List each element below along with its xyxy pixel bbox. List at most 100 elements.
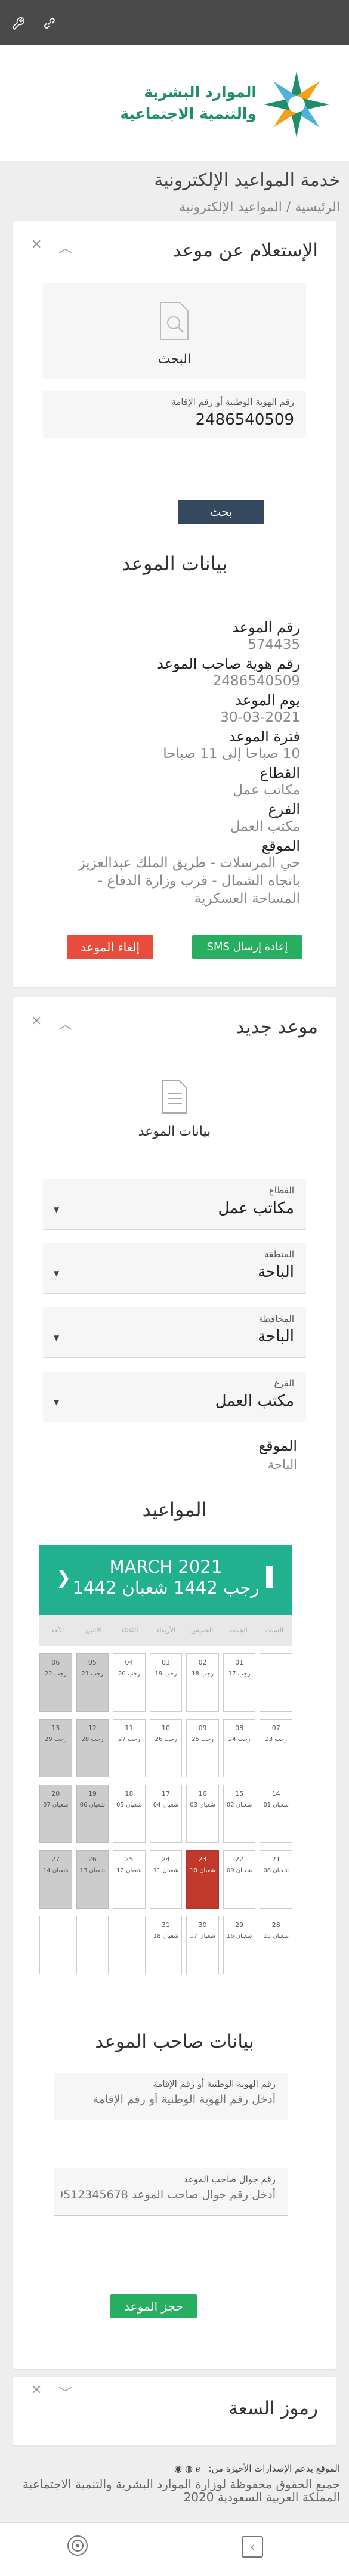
detail-label: الموقع: [261, 837, 301, 854]
calendar-day[interactable]: 22 09 شعبان: [223, 1850, 256, 1909]
calendar-day: 12 28 رجب: [76, 1719, 109, 1777]
id-field-value[interactable]: 2486540509: [196, 411, 294, 429]
calendar-day[interactable]: 17 04 شعبان: [149, 1785, 183, 1843]
collapse-icon[interactable]: ︿: [58, 237, 72, 256]
hijri-day: 09 شعبان: [226, 1867, 252, 1874]
hijri-day: 15 شعبان: [263, 1933, 289, 1940]
close-icon[interactable]: ✕: [31, 237, 42, 256]
detail-label: رقم الموعد: [232, 619, 300, 636]
id-field-label: رقم الهوية الوطنية أو رقم الإقامة: [171, 397, 294, 407]
owner-id-input[interactable]: [61, 2093, 276, 2106]
book-appointment-button[interactable]: حجز الموعد: [110, 2294, 197, 2318]
governorate-label: المحافظة: [258, 1313, 294, 1324]
resend-sms-button[interactable]: إعادة إرسال SMS: [192, 935, 302, 959]
expand-icon[interactable]: ﹀: [58, 2383, 72, 2402]
gregorian-day: 14: [271, 1790, 280, 1798]
card-controls: ✕ ﹀: [31, 2383, 72, 2402]
chevron-right-icon[interactable]: ›: [242, 2536, 263, 2558]
calendar-day[interactable]: 21 08 شعبان: [260, 1850, 292, 1909]
detail-value: حي المرسلات - طريق الملك عبدالعزيز باتجا…: [78, 855, 300, 907]
breadcrumb[interactable]: الرئيسية / المواعيد الإلكترونية: [179, 200, 340, 215]
calendar-day[interactable]: 11 27 رجب: [113, 1719, 146, 1777]
gregorian-month: MARCH 2021: [109, 1557, 223, 1577]
gregorian-day: 15: [235, 1790, 244, 1798]
calendar-day[interactable]: 08 24 رجب: [223, 1719, 256, 1777]
region-select[interactable]: المنطقة الباحة ▼: [43, 1243, 306, 1294]
appointment-details-title: بيانات الموعد: [122, 552, 227, 575]
firefox-icon: ◍: [184, 2463, 193, 2474]
collapse-icon[interactable]: ︿: [58, 1014, 72, 1033]
owner-id-field[interactable]: رقم الهوية الوطنية أو رقم الإقامة: [54, 2073, 288, 2120]
detail-label: رقم هوية صاحب الموعد: [157, 655, 300, 672]
branch-select[interactable]: الفرع مكتب العمل ▼: [43, 1372, 306, 1422]
calendar-day[interactable]: 30 17 شعبان: [186, 1916, 219, 1974]
hijri-day: 01 شعبان: [263, 1802, 289, 1808]
calendar-day[interactable]: 04 20 رجب: [113, 1653, 146, 1712]
calendar-day-selected[interactable]: 23 10 شعبان: [186, 1850, 219, 1909]
browser-icons: ◉ ◍ ℯ: [174, 2463, 201, 2474]
detail-value: مكاتب عمل: [233, 783, 300, 798]
wrench-icon[interactable]: [8, 13, 29, 33]
link-icon[interactable]: [39, 13, 60, 33]
hijri-day: 17 رجب: [228, 1671, 251, 1677]
ministry-logo[interactable]: الموارد البشرية والتنمية الاجتماعية: [101, 69, 340, 140]
calendar-day[interactable]: 24 11 شعبان: [149, 1850, 183, 1909]
gregorian-day: 19: [88, 1790, 97, 1798]
gregorian-day: 01: [235, 1659, 244, 1666]
captcha-title: رموز السعة: [228, 2398, 318, 2419]
calendar-day[interactable]: 15 02 شعبان: [223, 1785, 256, 1843]
close-icon[interactable]: ✕: [31, 1014, 42, 1033]
hijri-day: 11 شعبان: [153, 1867, 179, 1874]
day-name: الاثنين: [85, 1626, 102, 1634]
detail-value: 2486540509: [212, 673, 300, 689]
sector-value: مكاتب عمل: [218, 1199, 294, 1217]
sector-select[interactable]: القطاع مكاتب عمل ▼: [43, 1179, 306, 1230]
gregorian-day: 17: [161, 1790, 170, 1798]
owner-phone-field[interactable]: رقم جوال صاحب الموعد: [54, 2168, 288, 2216]
gregorian-day: 20: [51, 1790, 60, 1798]
close-icon[interactable]: ✕: [31, 2383, 42, 2402]
search-button[interactable]: بحث: [178, 500, 264, 524]
gregorian-day: 07: [271, 1724, 280, 1732]
calendar-day[interactable]: 02 18 رجب: [186, 1653, 219, 1712]
calendar-day[interactable]: 01 17 رجب: [223, 1653, 256, 1712]
day-name: الجمعة: [228, 1626, 248, 1634]
calendar-day[interactable]: 28 15 شعبان: [260, 1916, 292, 1974]
calendar-day[interactable]: 10 26 رجب: [149, 1719, 183, 1777]
calendar-day[interactable]: 14 01 شعبان: [260, 1785, 292, 1843]
calendar-day[interactable]: 03 19 رجب: [149, 1653, 183, 1712]
calendar-day[interactable]: 18 05 شعبان: [113, 1785, 146, 1843]
captcha-card: رموز السعة ✕ ﹀: [13, 2377, 336, 2445]
slots-title: المواعيد: [142, 1498, 207, 1521]
id-field[interactable]: رقم الهوية الوطنية أو رقم الإقامة 248654…: [43, 391, 306, 438]
cancel-appointment-button[interactable]: إلغاء الموعد: [67, 935, 153, 959]
gregorian-day: 09: [198, 1724, 207, 1732]
calendar-day: [113, 1916, 146, 1974]
calendar-day[interactable]: 07 23 رجب: [260, 1719, 292, 1777]
hijri-day: 18 رجب: [192, 1671, 214, 1677]
detail-value: 30-03-2021: [220, 710, 300, 725]
gregorian-day: 06: [51, 1659, 60, 1666]
calendar-day: 19 06 شعبان: [76, 1785, 109, 1843]
logo-star-icon: [264, 72, 329, 137]
chrome-icon: ◉: [174, 2463, 183, 2474]
calendar-day[interactable]: 16 03 شعبان: [186, 1785, 219, 1843]
calendar-day: 27 14 شعبان: [39, 1850, 72, 1909]
owner-phone-input[interactable]: [61, 2188, 276, 2201]
gregorian-day: 08: [235, 1724, 244, 1732]
search-tile[interactable]: البحث: [43, 283, 306, 379]
calendar-day[interactable]: 29 16 شعبان: [223, 1916, 256, 1974]
calendar-day[interactable]: 31 18 شعبان: [149, 1916, 183, 1974]
governorate-select[interactable]: المحافظة الباحة ▼: [43, 1307, 306, 1358]
gregorian-day: 26: [88, 1856, 97, 1863]
calendar-day: 05 21 رجب: [76, 1653, 109, 1712]
calendar-day[interactable]: 25 12 شعبان: [113, 1850, 146, 1909]
hijri-day: 24 رجب: [228, 1736, 251, 1743]
accessibility-icon[interactable]: [66, 2534, 89, 2560]
calendar-grid: 06 22 رجب 05 21 رجب 04 20 رجب 03 19 رجب 02 18 رجب…: [39, 1646, 292, 1981]
detail-value: مكتب العمل: [230, 819, 300, 834]
hijri-day: 20 رجب: [118, 1671, 140, 1677]
gregorian-day: 04: [125, 1659, 134, 1666]
hijri-day: 07 شعبان: [43, 1802, 69, 1808]
calendar-day[interactable]: 09 25 رجب: [186, 1719, 219, 1777]
